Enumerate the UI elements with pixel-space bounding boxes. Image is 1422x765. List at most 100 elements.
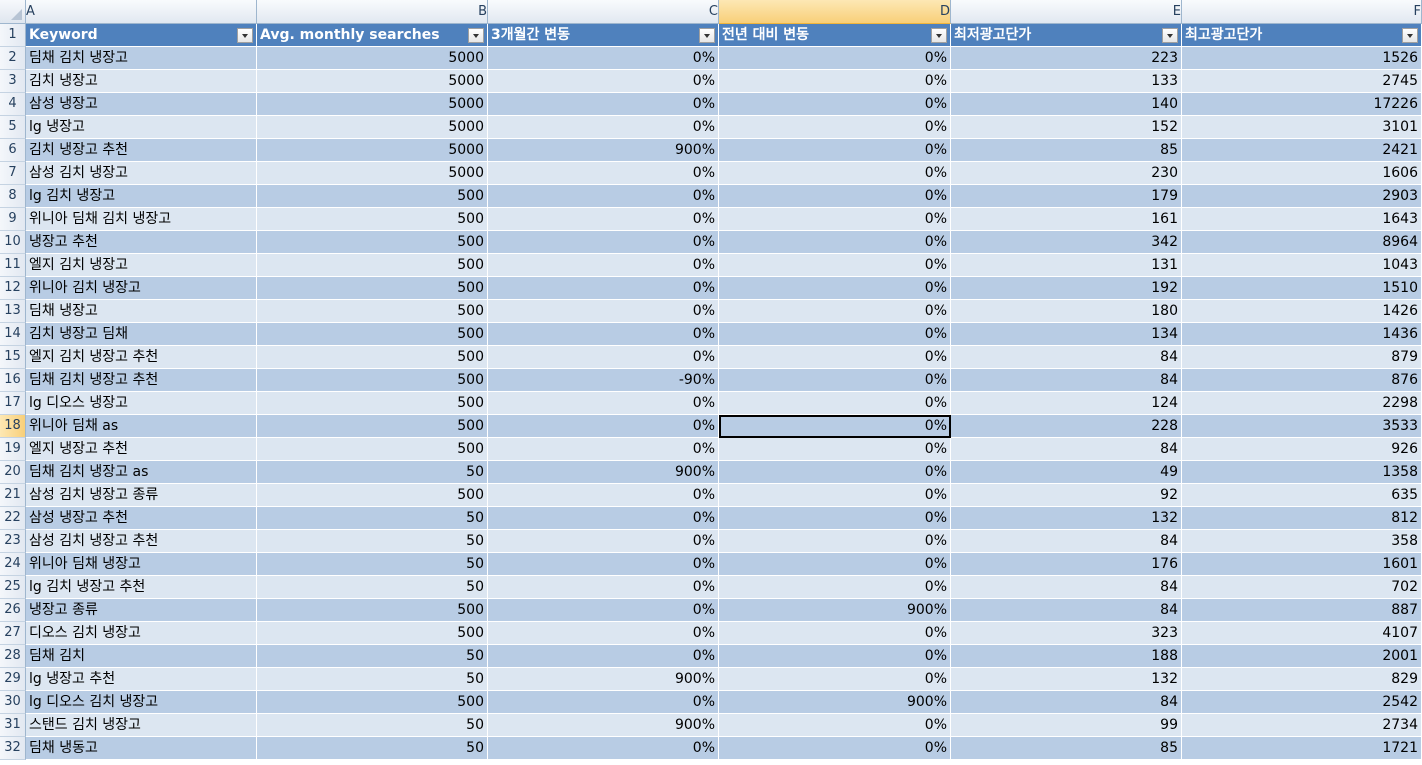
cell-e[interactable]: 180 — [951, 300, 1182, 323]
cell-e[interactable]: 161 — [951, 208, 1182, 231]
cell-a[interactable]: 딤채 김치 냉장고 추천 — [26, 369, 257, 392]
row-number[interactable]: 18 — [0, 415, 26, 438]
cell-d[interactable]: 0% — [719, 392, 951, 415]
row-number[interactable]: 11 — [0, 254, 26, 277]
cell-c[interactable]: 900% — [488, 461, 719, 484]
cell-d[interactable]: 0% — [719, 277, 951, 300]
cell-d[interactable]: 0% — [719, 622, 951, 645]
cell-f[interactable]: 2001 — [1182, 645, 1422, 668]
cell-a[interactable]: 디오스 김치 냉장고 — [26, 622, 257, 645]
cell-b[interactable]: 50 — [257, 530, 488, 553]
cell-f[interactable]: 1606 — [1182, 162, 1422, 185]
cell-a[interactable]: lg 냉장고 추천 — [26, 668, 257, 691]
cell-c[interactable]: 0% — [488, 553, 719, 576]
row-number[interactable]: 6 — [0, 139, 26, 162]
cell-f[interactable]: 1436 — [1182, 323, 1422, 346]
cell-f[interactable]: 17226 — [1182, 93, 1422, 116]
column-header-a[interactable]: A — [26, 0, 257, 24]
cell-c[interactable]: 0% — [488, 438, 719, 461]
cell-c[interactable]: 0% — [488, 599, 719, 622]
cell-d[interactable]: 0% — [719, 116, 951, 139]
cell-a[interactable]: 냉장고 추천 — [26, 231, 257, 254]
cell-f[interactable]: 8964 — [1182, 231, 1422, 254]
cell-f[interactable]: 1510 — [1182, 277, 1422, 300]
cell-c[interactable]: 0% — [488, 70, 719, 93]
row-number[interactable]: 30 — [0, 691, 26, 714]
dropdown-arrow-icon[interactable] — [931, 28, 947, 43]
cell-e[interactable]: 85 — [951, 139, 1182, 162]
cell-f[interactable]: 3533 — [1182, 415, 1422, 438]
cell-b[interactable]: 50 — [257, 553, 488, 576]
cell-b[interactable]: 50 — [257, 714, 488, 737]
cell-c[interactable]: -90% — [488, 369, 719, 392]
column-header-c[interactable]: C — [488, 0, 719, 24]
cell-f[interactable]: 702 — [1182, 576, 1422, 599]
row-number[interactable]: 12 — [0, 277, 26, 300]
cell-b[interactable]: 50 — [257, 737, 488, 760]
cell-a[interactable]: 딤채 김치 — [26, 645, 257, 668]
cell-d[interactable]: 0% — [719, 668, 951, 691]
cell-e[interactable]: 84 — [951, 530, 1182, 553]
cell-c[interactable]: 0% — [488, 691, 719, 714]
row-number[interactable]: 2 — [0, 47, 26, 70]
cell-a[interactable]: 김치 냉장고 — [26, 70, 257, 93]
cell-d[interactable]: 0% — [719, 507, 951, 530]
cell-f[interactable]: 2542 — [1182, 691, 1422, 714]
row-number[interactable]: 16 — [0, 369, 26, 392]
cell-d[interactable]: 900% — [719, 599, 951, 622]
cell-a[interactable]: 김치 냉장고 딤채 — [26, 323, 257, 346]
row-number[interactable]: 22 — [0, 507, 26, 530]
cell-f[interactable]: 887 — [1182, 599, 1422, 622]
cell-a[interactable]: 엘지 김치 냉장고 추천 — [26, 346, 257, 369]
cell-c[interactable]: 900% — [488, 668, 719, 691]
cell-a[interactable]: 엘지 냉장고 추천 — [26, 438, 257, 461]
cell-d[interactable]: 0% — [719, 208, 951, 231]
cell-e[interactable]: 84 — [951, 438, 1182, 461]
dropdown-arrow-icon[interactable] — [699, 28, 715, 43]
dropdown-arrow-icon[interactable] — [1402, 28, 1418, 43]
cell-a[interactable]: 위니아 딤채 김치 냉장고 — [26, 208, 257, 231]
cell-e[interactable]: 134 — [951, 323, 1182, 346]
column-header-e[interactable]: E — [951, 0, 1182, 24]
cell-f[interactable]: 1043 — [1182, 254, 1422, 277]
cell-d[interactable]: 0% — [719, 139, 951, 162]
cell-f[interactable]: 879 — [1182, 346, 1422, 369]
cell-d[interactable]: 0% — [719, 714, 951, 737]
cell-b[interactable]: 500 — [257, 691, 488, 714]
cell-b[interactable]: 500 — [257, 185, 488, 208]
cell-e[interactable]: 99 — [951, 714, 1182, 737]
cell-a[interactable]: 삼성 냉장고 추천 — [26, 507, 257, 530]
column-header-b[interactable]: B — [257, 0, 488, 24]
row-number[interactable]: 9 — [0, 208, 26, 231]
dropdown-arrow-icon[interactable] — [1162, 28, 1178, 43]
cell-a[interactable]: 냉장고 종류 — [26, 599, 257, 622]
cell-e[interactable]: 124 — [951, 392, 1182, 415]
table-header-cell[interactable]: 전년 대비 변동 — [719, 24, 951, 47]
row-number[interactable]: 31 — [0, 714, 26, 737]
cell-a[interactable]: lg 김치 냉장고 추천 — [26, 576, 257, 599]
cell-f[interactable]: 926 — [1182, 438, 1422, 461]
cell-e[interactable]: 133 — [951, 70, 1182, 93]
cell-c[interactable]: 0% — [488, 93, 719, 116]
row-number[interactable]: 8 — [0, 185, 26, 208]
cell-c[interactable]: 0% — [488, 737, 719, 760]
dropdown-arrow-icon[interactable] — [237, 28, 253, 43]
cell-e[interactable]: 230 — [951, 162, 1182, 185]
cell-b[interactable]: 500 — [257, 323, 488, 346]
cell-d[interactable]: 0% — [719, 369, 951, 392]
cell-c[interactable]: 900% — [488, 139, 719, 162]
cell-f[interactable]: 1721 — [1182, 737, 1422, 760]
cell-f[interactable]: 635 — [1182, 484, 1422, 507]
cell-d[interactable]: 0% — [719, 576, 951, 599]
cell-e[interactable]: 176 — [951, 553, 1182, 576]
table-header-cell[interactable]: 최저광고단가 — [951, 24, 1182, 47]
cell-c[interactable]: 0% — [488, 254, 719, 277]
cell-a[interactable]: lg 냉장고 — [26, 116, 257, 139]
cell-e[interactable]: 192 — [951, 277, 1182, 300]
cell-c[interactable]: 0% — [488, 530, 719, 553]
cell-e[interactable]: 84 — [951, 691, 1182, 714]
cell-d[interactable]: 0% — [719, 231, 951, 254]
cell-f[interactable]: 2298 — [1182, 392, 1422, 415]
row-number[interactable]: 32 — [0, 737, 26, 760]
cell-a[interactable]: 삼성 김치 냉장고 종류 — [26, 484, 257, 507]
